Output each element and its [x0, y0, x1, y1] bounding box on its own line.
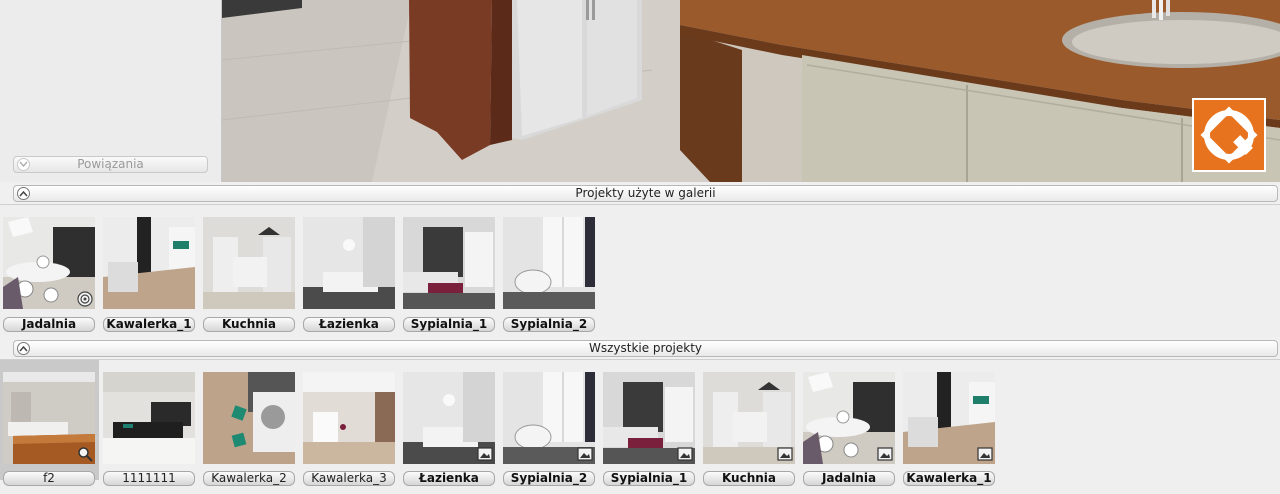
project-item[interactable]: Sypialnia_1 — [400, 205, 496, 338]
app-logo — [1192, 98, 1266, 172]
project-item[interactable]: Kuchnia — [200, 205, 296, 338]
gallery-projects-header[interactable]: Projekty użyte w galerii — [13, 185, 1278, 202]
project-label[interactable]: Kawalerka_1 — [903, 471, 995, 486]
project-thumbnail[interactable] — [3, 217, 95, 309]
project-thumbnail[interactable] — [503, 217, 595, 309]
project-label[interactable]: Sypialnia_1 — [603, 471, 695, 486]
project-item[interactable]: Kawalerka_3 — [300, 360, 396, 494]
project-label[interactable]: Jadalnia — [803, 471, 895, 486]
project-label[interactable]: Sypialnia_1 — [403, 317, 495, 332]
project-thumbnail[interactable] — [403, 217, 495, 309]
project-thumbnail[interactable] — [103, 217, 195, 309]
project-item[interactable]: Sypialnia_2 — [500, 205, 596, 338]
project-label[interactable]: Kuchnia — [703, 471, 795, 486]
chevron-up-icon[interactable] — [17, 342, 30, 355]
project-label[interactable]: Łazienka — [303, 317, 395, 332]
project-label[interactable]: Sypialnia_2 — [503, 317, 595, 332]
project-thumbnail[interactable] — [803, 372, 895, 464]
project-item[interactable]: Łazienka — [400, 360, 496, 494]
project-thumbnail[interactable] — [203, 372, 295, 464]
all-projects-strip: f2 1111111 Kawalerka_2 Kawalerka_3 Łazienka S… — [0, 359, 1280, 493]
gallery-projects-title: Projekty użyte w galerii — [575, 186, 716, 200]
project-label[interactable]: Kawalerka_3 — [303, 471, 395, 486]
project-thumbnail[interactable] — [503, 372, 595, 464]
project-thumbnail[interactable] — [3, 372, 95, 464]
left-info-panel: Powiązania — [0, 0, 222, 182]
project-item[interactable]: Kawalerka_1 — [100, 205, 196, 338]
project-thumbnail[interactable] — [603, 372, 695, 464]
relations-bar[interactable]: Powiązania — [13, 156, 208, 173]
project-label[interactable]: Jadalnia — [3, 317, 95, 332]
project-item[interactable]: 1111111 — [100, 360, 196, 494]
all-projects-header[interactable]: Wszystkie projekty — [13, 340, 1278, 357]
project-thumbnail[interactable] — [203, 217, 295, 309]
project-item[interactable]: Kawalerka_2 — [200, 360, 296, 494]
project-thumbnail[interactable] — [303, 217, 395, 309]
project-label[interactable]: 1111111 — [103, 471, 195, 486]
project-item[interactable]: Sypialnia_2 — [500, 360, 596, 494]
all-projects-title: Wszystkie projekty — [588, 341, 703, 355]
project-item[interactable]: Jadalnia — [800, 360, 896, 494]
project-item[interactable]: f2 — [0, 360, 99, 494]
project-label[interactable]: Kawalerka_1 — [103, 317, 195, 332]
project-label[interactable]: Kuchnia — [203, 317, 295, 332]
project-thumbnail[interactable] — [703, 372, 795, 464]
project-item[interactable]: Kawalerka_1 — [900, 360, 996, 494]
project-item[interactable]: Sypialnia_1 — [600, 360, 696, 494]
render-preview — [222, 0, 1280, 182]
relations-label: Powiązania — [77, 157, 144, 171]
project-label[interactable]: Łazienka — [403, 471, 495, 486]
gallery-projects-strip: Jadalnia Kawalerka_1 Kuchnia Łazienka Sypial… — [0, 204, 1280, 337]
chevron-down-icon[interactable] — [17, 158, 30, 171]
project-thumbnail[interactable] — [103, 372, 195, 464]
project-thumbnail[interactable] — [403, 372, 495, 464]
project-thumbnail[interactable] — [303, 372, 395, 464]
project-thumbnail[interactable] — [903, 372, 995, 464]
project-label[interactable]: f2 — [3, 471, 95, 486]
project-item[interactable]: Jadalnia — [0, 205, 96, 338]
project-label[interactable]: Kawalerka_2 — [203, 471, 295, 486]
project-item[interactable]: Kuchnia — [700, 360, 796, 494]
project-item[interactable]: Łazienka — [300, 205, 396, 338]
project-label[interactable]: Sypialnia_2 — [503, 471, 595, 486]
chevron-up-icon[interactable] — [17, 187, 30, 200]
